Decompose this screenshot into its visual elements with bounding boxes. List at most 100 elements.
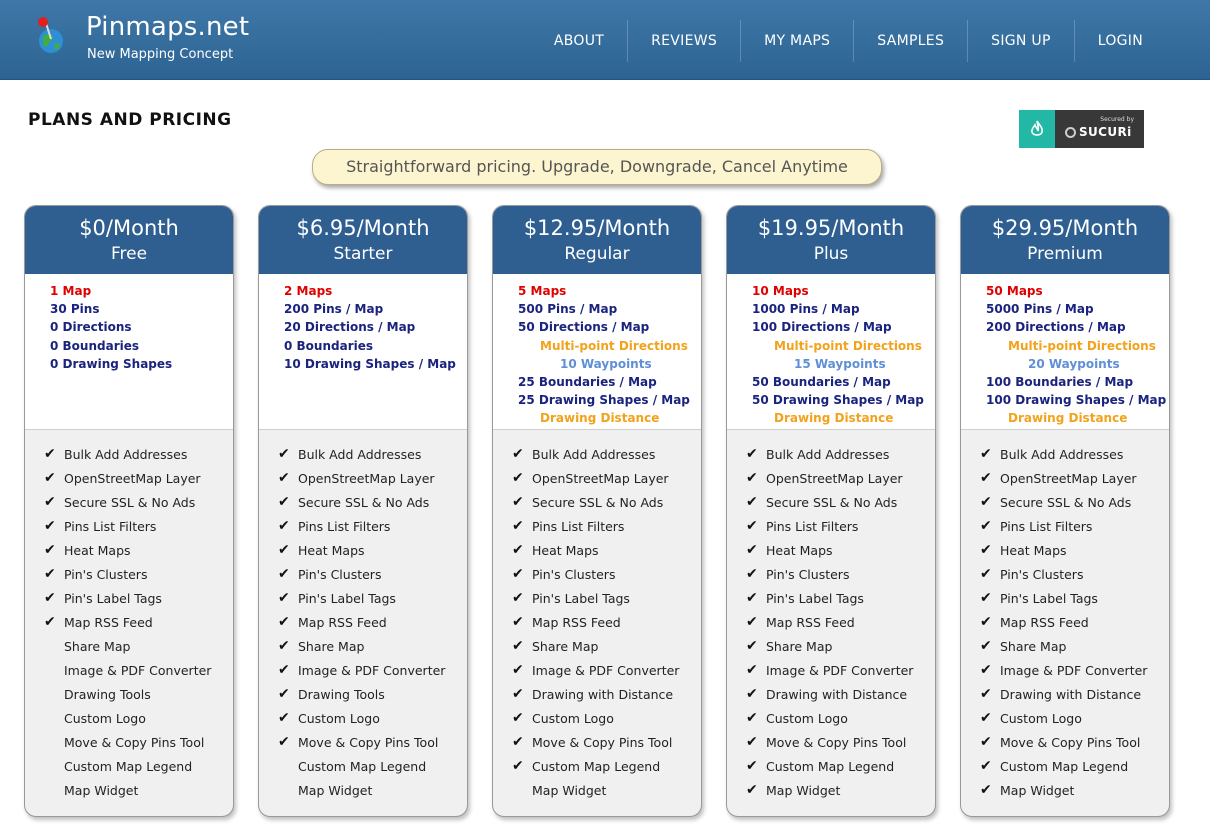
checkmark-icon: ✔ bbox=[746, 590, 758, 606]
checkmark-icon: ✔ bbox=[746, 470, 758, 486]
feature-label: Share Map bbox=[298, 638, 365, 654]
feature-item: Custom Map Legend bbox=[278, 754, 467, 778]
feature-item: ✔ Image & PDF Converter bbox=[746, 658, 935, 682]
checkmark-icon: ✔ bbox=[278, 614, 290, 630]
feature-label: Image & PDF Converter bbox=[1000, 662, 1148, 678]
checkmark-icon: ✔ bbox=[746, 446, 758, 462]
feature-item: ✔ Custom Logo bbox=[746, 706, 935, 730]
feature-item: ✔ Map RSS Feed bbox=[44, 610, 233, 634]
plan-card-starter[interactable]: $6.95/Month Starter 2 Maps 200 Pins / Map 20… bbox=[258, 205, 468, 817]
plan-limits: 1 Map 30 Pins 0 Directions 0 Boundaries 0 Dr… bbox=[25, 274, 233, 430]
nav-sign-up[interactable]: SIGN UP bbox=[967, 20, 1074, 62]
feature-item: ✔ Pin's Clusters bbox=[44, 562, 233, 586]
checkmark-icon: ✔ bbox=[512, 494, 524, 510]
site-name[interactable]: Pinmaps.net bbox=[86, 12, 249, 42]
plan-limit-item: Drawing Distance bbox=[774, 411, 894, 426]
checkmark-icon: ✔ bbox=[278, 590, 290, 606]
plan-card-regular[interactable]: $12.95/Month Regular 5 Maps 500 Pins / Map 5… bbox=[492, 205, 702, 817]
checkmark-icon: ✔ bbox=[980, 446, 992, 462]
feature-item: ✔ Pins List Filters bbox=[512, 514, 701, 538]
plan-limit-item: 50 Directions / Map bbox=[518, 320, 650, 335]
plan-limit-item: 1000 Pins / Map bbox=[752, 302, 860, 317]
feature-label: Heat Maps bbox=[766, 542, 833, 558]
feature-item: ✔ Bulk Add Addresses bbox=[746, 442, 935, 466]
sucuri-logo-icon bbox=[1065, 126, 1076, 138]
globe-pin-logo-icon[interactable] bbox=[32, 15, 68, 55]
feature-item: ✔ Image & PDF Converter bbox=[980, 658, 1169, 682]
checkmark-icon: ✔ bbox=[512, 470, 524, 486]
checkmark-icon: ✔ bbox=[512, 662, 524, 678]
plan-card-free[interactable]: $0/Month Free 1 Map 30 Pins 0 Directions 0 Bo… bbox=[24, 205, 234, 817]
plan-limit-item: 10 Waypoints bbox=[560, 356, 652, 371]
feature-item: ✔ Drawing Tools bbox=[278, 682, 467, 706]
feature-label: Custom Map Legend bbox=[64, 758, 193, 774]
plan-limit-item: 50 Maps bbox=[986, 284, 1043, 298]
feature-item: ✔ Custom Logo bbox=[512, 706, 701, 730]
feature-label: Image & PDF Converter bbox=[532, 662, 680, 678]
feature-item: ✔ Pins List Filters bbox=[980, 514, 1169, 538]
feature-item: ✔ Custom Logo bbox=[980, 706, 1169, 730]
plan-limit-item: 0 Drawing Shapes bbox=[50, 356, 173, 371]
plan-features: ✔ Bulk Add Addresses ✔ OpenStreetMap Layer ✔… bbox=[259, 430, 467, 802]
feature-item: ✔ Heat Maps bbox=[278, 538, 467, 562]
plan-card-premium[interactable]: $29.95/Month Premium 50 Maps 5000 Pins / Ma… bbox=[960, 205, 1170, 817]
feature-label: OpenStreetMap Layer bbox=[1000, 470, 1137, 486]
feature-label: Drawing Tools bbox=[64, 686, 151, 702]
checkmark-icon: ✔ bbox=[278, 566, 290, 582]
feature-label: Secure SSL & No Ads bbox=[532, 494, 664, 510]
checkmark-icon: ✔ bbox=[746, 686, 758, 702]
plan-features: ✔ Bulk Add Addresses ✔ OpenStreetMap Layer ✔… bbox=[727, 430, 935, 802]
checkmark-icon: ✔ bbox=[278, 542, 290, 558]
feature-label: Bulk Add Addresses bbox=[1000, 446, 1124, 462]
feature-label: Map RSS Feed bbox=[1000, 614, 1089, 630]
feature-label: Pin's Label Tags bbox=[64, 590, 162, 606]
checkmark-icon: ✔ bbox=[980, 614, 992, 630]
feature-label: Move & Copy Pins Tool bbox=[1000, 734, 1141, 750]
feature-item: ✔ Move & Copy Pins Tool bbox=[278, 730, 467, 754]
nav-about[interactable]: ABOUT bbox=[531, 20, 627, 62]
feature-item: ✔ Image & PDF Converter bbox=[512, 658, 701, 682]
checkmark-icon: ✔ bbox=[980, 566, 992, 582]
site-header: Pinmaps.net New Mapping Concept ABOUT RE… bbox=[0, 0, 1210, 80]
feature-item: ✔ Move & Copy Pins Tool bbox=[980, 730, 1169, 754]
plan-limit-item: 2 Maps bbox=[284, 284, 333, 298]
feature-item: ✔ Bulk Add Addresses bbox=[278, 442, 467, 466]
feature-item: Map Widget bbox=[278, 778, 467, 802]
checkmark-icon: ✔ bbox=[278, 470, 290, 486]
plan-limit-item: 50 Boundaries / Map bbox=[752, 375, 891, 390]
plan-card-plus[interactable]: $19.95/Month Plus 10 Maps 1000 Pins / Map 10… bbox=[726, 205, 936, 817]
plan-header: $19.95/Month Plus bbox=[727, 206, 935, 274]
checkmark-icon: ✔ bbox=[980, 662, 992, 678]
plan-header: $6.95/Month Starter bbox=[259, 206, 467, 274]
feature-item: ✔ Bulk Add Addresses bbox=[512, 442, 701, 466]
checkmark-icon: ✔ bbox=[980, 638, 992, 654]
sucuri-security-badge[interactable]: Secured by SUCURi bbox=[1019, 110, 1144, 148]
feature-item: ✔ Pin's Label Tags bbox=[278, 586, 467, 610]
nav-my-maps[interactable]: MY MAPS bbox=[740, 20, 853, 62]
plan-limits: 2 Maps 200 Pins / Map 20 Directions / Map 0… bbox=[259, 274, 467, 430]
plan-header: $29.95/Month Premium bbox=[961, 206, 1169, 274]
feature-item: ✔ Heat Maps bbox=[512, 538, 701, 562]
plan-limits: 50 Maps 5000 Pins / Map 200 Directions / M… bbox=[961, 274, 1169, 430]
nav-reviews[interactable]: REVIEWS bbox=[627, 20, 740, 62]
feature-item: ✔ Pins List Filters bbox=[746, 514, 935, 538]
feature-item: ✔ Map RSS Feed bbox=[278, 610, 467, 634]
checkmark-icon: ✔ bbox=[278, 494, 290, 510]
feature-item: ✔ Map Widget bbox=[980, 778, 1169, 802]
nav-login[interactable]: LOGIN bbox=[1073, 20, 1166, 62]
feature-item: ✔ OpenStreetMap Layer bbox=[44, 466, 233, 490]
feature-label: Pin's Label Tags bbox=[298, 590, 396, 606]
flame-icon bbox=[1019, 110, 1055, 148]
checkmark-icon: ✔ bbox=[980, 758, 992, 774]
checkmark-icon: ✔ bbox=[278, 446, 290, 462]
feature-item: ✔ Share Map bbox=[278, 634, 467, 658]
checkmark-icon: ✔ bbox=[278, 518, 290, 534]
feature-label: Custom Map Legend bbox=[1000, 758, 1129, 774]
checkmark-icon: ✔ bbox=[44, 566, 56, 582]
feature-item: Move & Copy Pins Tool bbox=[44, 730, 233, 754]
checkmark-icon: ✔ bbox=[278, 734, 290, 750]
sucuri-name-text: SUCURi bbox=[1079, 125, 1132, 139]
nav-samples[interactable]: SAMPLES bbox=[853, 20, 967, 62]
feature-item: Custom Map Legend bbox=[44, 754, 233, 778]
feature-label: Custom Map Legend bbox=[532, 758, 661, 774]
